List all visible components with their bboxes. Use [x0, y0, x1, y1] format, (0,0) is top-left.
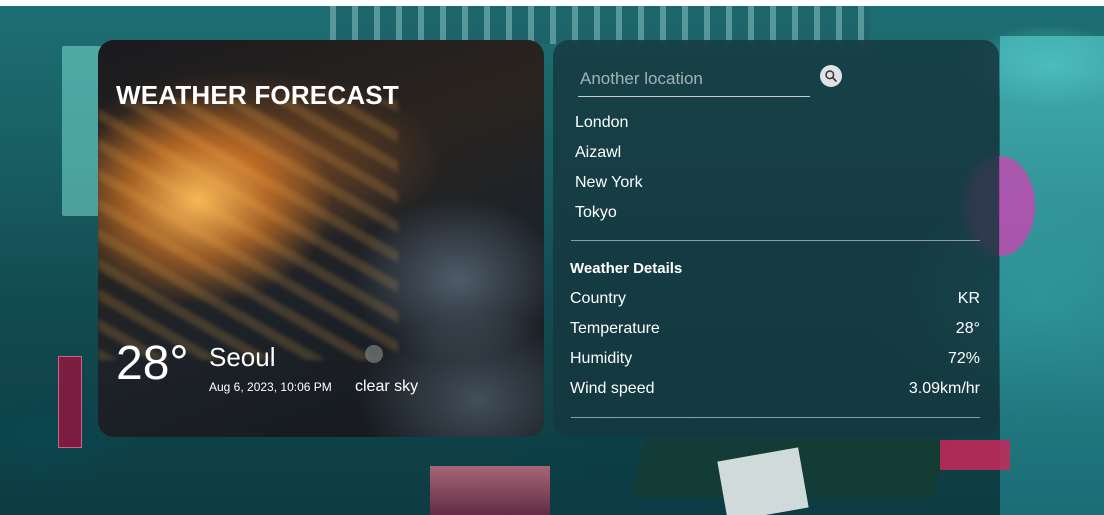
- moon-icon: [365, 345, 383, 363]
- divider: [571, 240, 980, 241]
- location-item-tokyo[interactable]: Tokyo: [575, 198, 643, 228]
- current-temperature: 28°: [116, 337, 189, 390]
- background-sign: [62, 46, 102, 216]
- sky-image: [98, 100, 398, 360]
- location-item-aizawl[interactable]: Aizawl: [575, 138, 643, 168]
- detail-row-country: Country KR: [570, 284, 980, 314]
- current-weather-card: WEATHER FORECAST 28° Seoul Aug 6, 2023, …: [98, 40, 544, 437]
- city-name: Seoul: [209, 342, 276, 372]
- weather-details-list: Country KR Temperature 28° Humidity 72% …: [570, 284, 980, 404]
- detail-value: KR: [957, 290, 980, 307]
- divider: [571, 417, 980, 418]
- detail-label: Humidity: [570, 350, 633, 367]
- background-awning-stripe: [940, 440, 1010, 470]
- detail-value: 28°: [955, 320, 980, 337]
- background-neon-sign: [58, 356, 82, 448]
- detail-row-wind-speed: Wind speed 3.09km/hr: [570, 374, 980, 404]
- detail-label: Wind speed: [570, 380, 655, 397]
- detail-value: 72%: [947, 350, 980, 367]
- search-button[interactable]: [820, 65, 842, 87]
- background-shop: [430, 466, 550, 515]
- location-list: London Aizawl New York Tokyo: [575, 108, 643, 228]
- detail-label: Country: [570, 290, 627, 307]
- search-input[interactable]: [578, 62, 810, 97]
- background-building: [1000, 36, 1104, 515]
- search-icon: [825, 70, 837, 82]
- detail-row-temperature: Temperature 28°: [570, 314, 980, 344]
- location-item-new-york[interactable]: New York: [575, 168, 643, 198]
- detail-value: 3.09km/hr: [908, 380, 980, 397]
- detail-row-humidity: Humidity 72%: [570, 344, 980, 374]
- location-item-london[interactable]: London: [575, 108, 643, 138]
- weather-condition: clear sky: [355, 378, 419, 395]
- detail-label: Temperature: [570, 320, 660, 337]
- date-time: Aug 6, 2023, 10:06 PM: [209, 380, 332, 394]
- details-panel: London Aizawl New York Tokyo Weather Det…: [553, 40, 999, 437]
- app-title: WEATHER FORECAST: [116, 80, 399, 110]
- weather-details-title: Weather Details: [570, 260, 683, 277]
- background-balcony: [330, 6, 870, 44]
